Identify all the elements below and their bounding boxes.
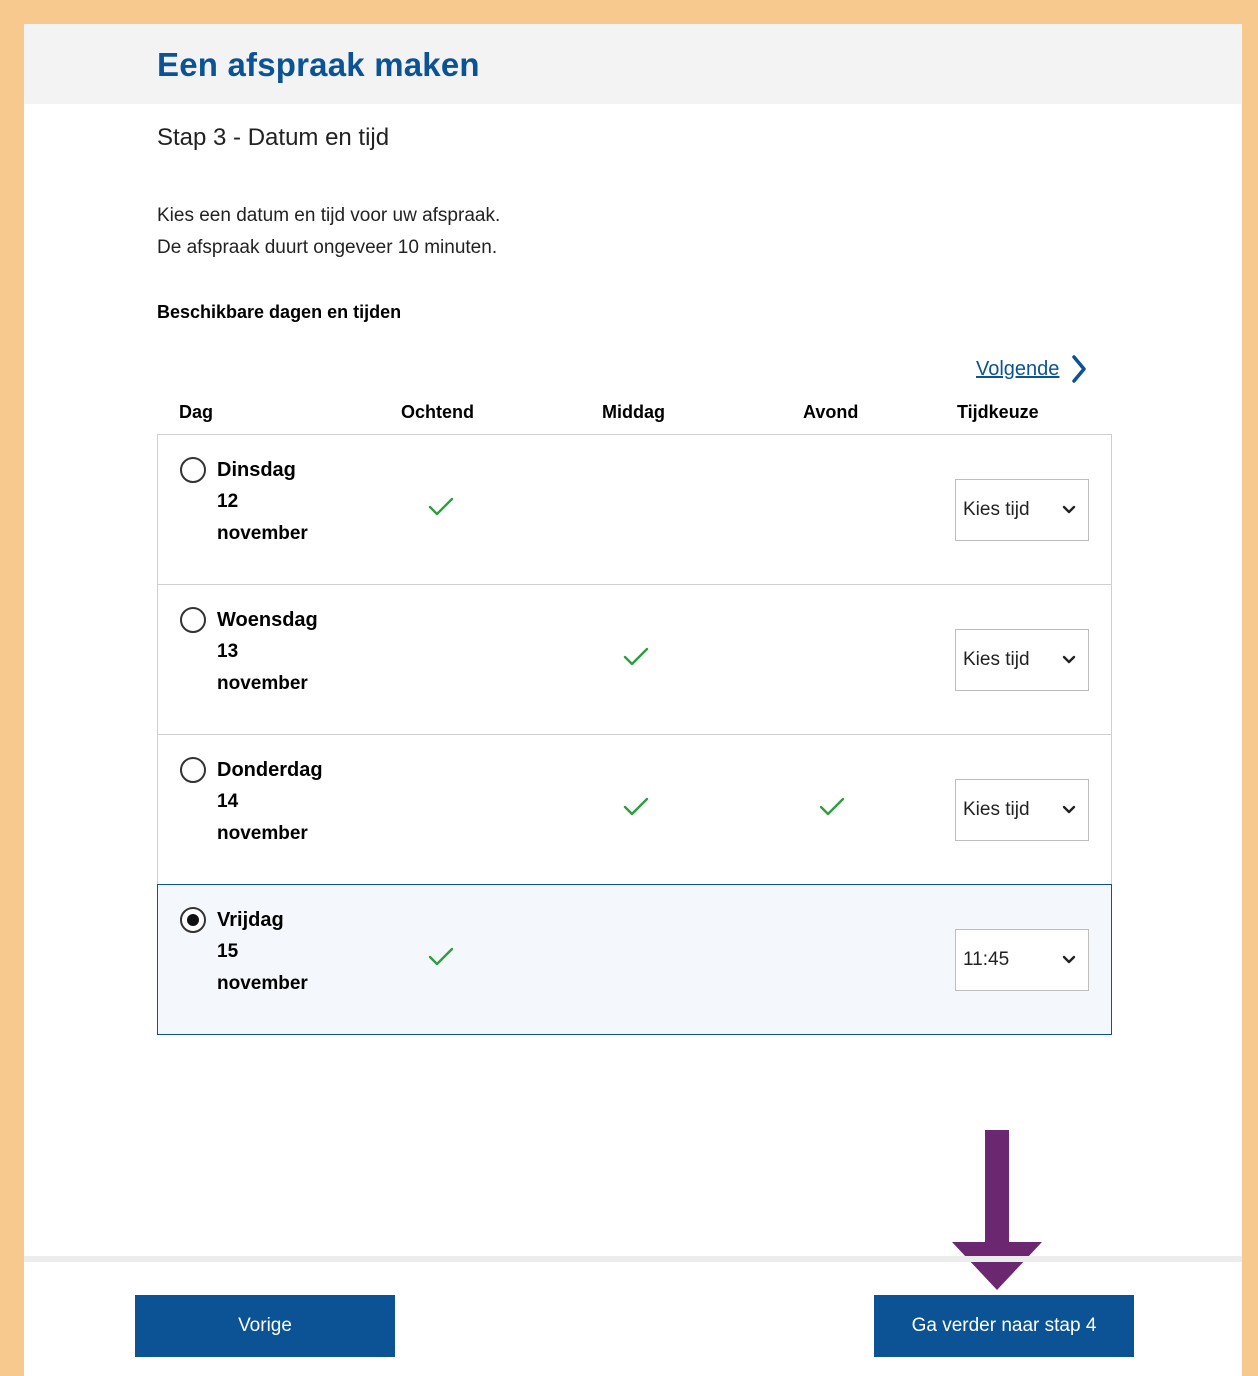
time-select[interactable]: Kies tijd — [955, 779, 1089, 841]
slot-list: Dinsdag 12 november Kies tijd Woensdag 1… — [157, 434, 1112, 1035]
day-radio[interactable] — [180, 607, 206, 633]
time-select-value: Kies tijd — [963, 799, 1030, 820]
day-month: november — [217, 673, 308, 694]
day-date: 15 — [217, 941, 239, 962]
step-title: Stap 3 - Datum en tijd — [157, 124, 390, 151]
intro-line-1: Kies een datum en tijd voor uw afspraak. — [157, 205, 501, 226]
previous-button[interactable]: Vorige — [135, 1295, 395, 1357]
time-select[interactable]: Kies tijd — [955, 629, 1089, 691]
day-month: november — [217, 973, 308, 994]
slot-row[interactable]: Vrijdag 15 november 11:45 — [157, 884, 1112, 1035]
next-week-link-label: Volgende — [976, 357, 1060, 380]
day-month: november — [217, 523, 308, 544]
slot-row[interactable]: Donderdag 14 november Kies tijd — [157, 734, 1112, 885]
slot-row[interactable]: Dinsdag 12 november Kies tijd — [157, 434, 1112, 585]
time-select[interactable]: 11:45 — [955, 929, 1089, 991]
checkmark-icon — [428, 497, 454, 522]
column-header-time-choice: Tijdkeuze — [957, 402, 1039, 422]
slot-row[interactable]: Woensdag 13 november Kies tijd — [157, 584, 1112, 735]
day-name: Woensdag — [217, 609, 318, 631]
day-name: Dinsdag — [217, 459, 296, 481]
intro-line-2: De afspraak duurt ongeveer 10 minuten. — [157, 237, 498, 258]
time-select-value: Kies tijd — [963, 649, 1030, 670]
checkmark-icon — [428, 947, 454, 972]
chevron-down-icon — [1062, 505, 1076, 514]
checkmark-icon — [623, 647, 649, 672]
time-select-value: Kies tijd — [963, 499, 1030, 520]
day-date: 12 — [217, 491, 239, 512]
chevron-down-icon — [1062, 955, 1076, 964]
next-week-link[interactable]: Volgende — [976, 352, 1087, 386]
time-select[interactable]: Kies tijd — [955, 479, 1089, 541]
chevron-down-icon — [1062, 655, 1076, 664]
page-frame: Een afspraak maken Stap 3 - Datum en tij… — [24, 24, 1242, 1376]
arrow-down-icon — [952, 1130, 1042, 1290]
day-name: Donderdag — [217, 759, 323, 781]
day-date: 14 — [217, 791, 239, 812]
day-name: Vrijdag — [217, 909, 284, 931]
column-header-afternoon: Middag — [602, 402, 665, 422]
continue-button[interactable]: Ga verder naar stap 4 — [874, 1295, 1134, 1357]
day-radio[interactable] — [180, 757, 206, 783]
time-select-value: 11:45 — [963, 949, 1010, 970]
footer-divider — [24, 1256, 1242, 1262]
intro-text: Kies een datum en tijd voor uw afspraak.… — [157, 200, 500, 264]
column-header-evening: Avond — [803, 402, 859, 422]
chevron-down-icon — [1062, 805, 1076, 814]
column-header-morning: Ochtend — [401, 402, 475, 422]
page-header: Een afspraak maken — [24, 24, 1242, 104]
chevron-right-icon — [1072, 355, 1087, 383]
day-radio[interactable] — [180, 457, 206, 483]
section-heading: Beschikbare dagen en tijden — [157, 302, 402, 322]
checkmark-icon — [819, 797, 845, 822]
day-month: november — [217, 823, 308, 844]
page-title: Een afspraak maken — [157, 46, 480, 83]
checkmark-icon — [623, 797, 649, 822]
day-radio[interactable] — [180, 907, 206, 933]
day-date: 13 — [217, 641, 239, 662]
column-header-day: Dag — [179, 402, 214, 422]
